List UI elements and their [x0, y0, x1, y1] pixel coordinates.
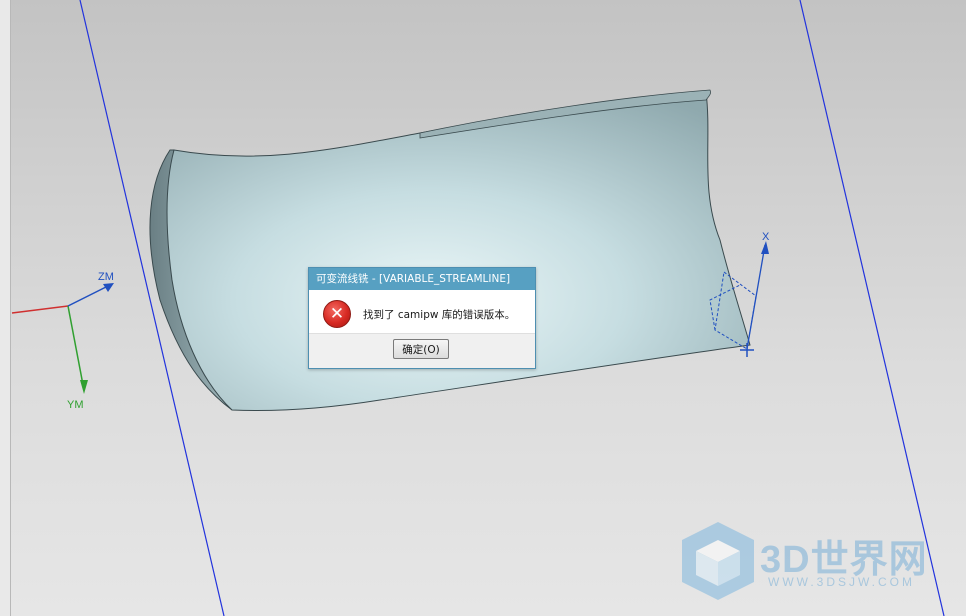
axis-label-ym: YM [67, 399, 84, 411]
watermark-url: WWW.3DSJW.COM [768, 575, 915, 589]
ok-button[interactable]: 确定(O) [393, 339, 449, 359]
graphics-viewport[interactable]: ZM YM X 3D世界网 WWW.3DSJW.COM 可变流线铣 - [VAR… [0, 0, 966, 616]
error-icon: ✕ [323, 300, 351, 328]
watermark-logo-icon [682, 522, 754, 600]
dialog-body: ✕ 找到了 camipw 库的错误版本。 确定(O) [309, 290, 535, 367]
error-dialog[interactable]: 可变流线铣 - [VARIABLE_STREAMLINE] ✕ 找到了 cami… [308, 267, 536, 369]
axis-label-x: X [762, 231, 770, 243]
wcs-axis-triad: ZM YM [11, 271, 114, 411]
axis-label-zm: ZM [98, 271, 114, 283]
dialog-title[interactable]: 可变流线铣 - [VARIABLE_STREAMLINE] [309, 268, 535, 290]
reference-line-right [799, 0, 945, 616]
dialog-message: 找到了 camipw 库的错误版本。 [363, 309, 516, 321]
dialog-footer: 确定(O) [309, 333, 535, 367]
